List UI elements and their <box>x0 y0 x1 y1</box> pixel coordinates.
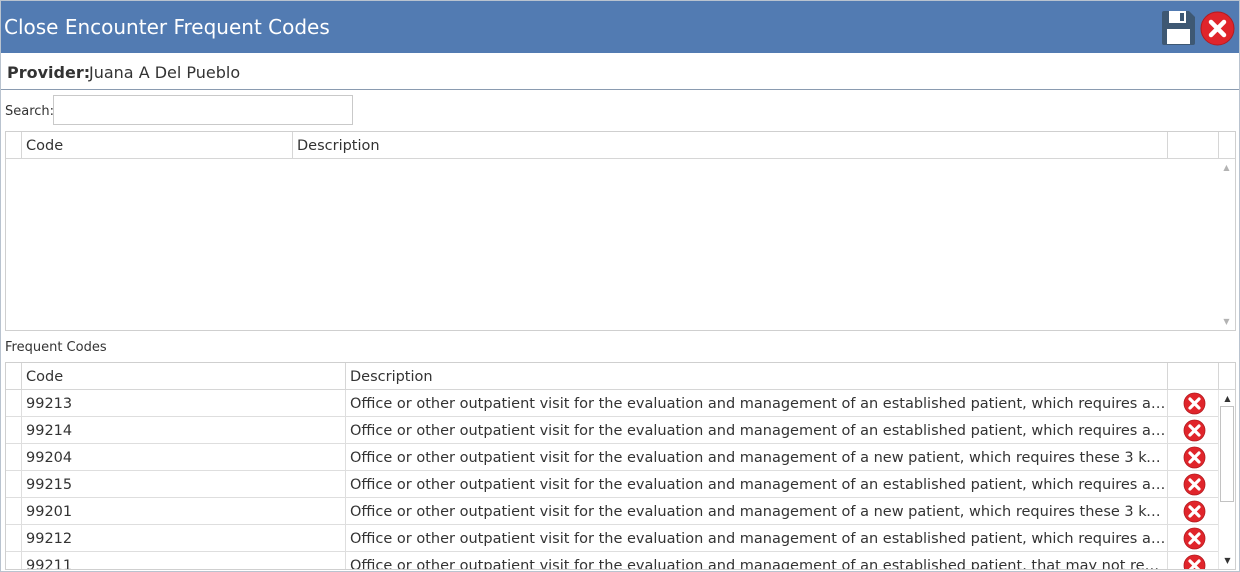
description-cell[interactable]: Office or other outpatient visit for the… <box>346 471 1168 498</box>
row-indicator-header <box>6 363 22 390</box>
scroll-thumb[interactable] <box>1220 406 1234 502</box>
table-row[interactable]: 99212 Office or other outpatient visit fo… <box>6 525 1219 552</box>
frequent-codes-label: Frequent Codes <box>5 340 107 355</box>
scroll-down-arrow-icon[interactable]: ▼ <box>1221 554 1234 567</box>
description-cell[interactable]: Office or other outpatient visit for the… <box>346 498 1168 525</box>
frequent-codes-grid: Code Description 99213 Office or other ou… <box>5 362 1236 570</box>
delete-cell <box>1168 444 1219 471</box>
row-indicator[interactable] <box>6 390 22 417</box>
provider-label: Provider: <box>7 63 91 82</box>
search-results-grid: Code Description ▲ ▼ <box>5 131 1236 331</box>
delete-cell <box>1168 525 1219 552</box>
frequent-codes-dialog: Close Encounter Frequent Codes Provider:… <box>0 0 1240 572</box>
column-header-code[interactable]: Code <box>22 363 346 390</box>
delete-icon[interactable] <box>1183 419 1206 442</box>
column-header-action <box>1168 132 1219 159</box>
delete-icon[interactable] <box>1183 392 1206 415</box>
delete-icon[interactable] <box>1183 500 1206 523</box>
code-cell[interactable]: 99212 <box>22 525 346 552</box>
floppy-disk-icon <box>1162 11 1195 45</box>
delete-icon[interactable] <box>1183 473 1206 496</box>
description-cell[interactable]: Office or other outpatient visit for the… <box>346 525 1168 552</box>
row-indicator[interactable] <box>6 525 22 552</box>
delete-icon[interactable] <box>1183 527 1206 550</box>
row-indicator[interactable] <box>6 552 22 569</box>
save-button[interactable] <box>1160 10 1196 46</box>
delete-cell <box>1168 390 1219 417</box>
row-indicator[interactable] <box>6 417 22 444</box>
table-row[interactable]: 99213 Office or other outpatient visit fo… <box>6 390 1219 417</box>
column-header-action <box>1168 363 1219 390</box>
scroll-down-arrow-icon[interactable]: ▼ <box>1220 315 1233 328</box>
code-cell[interactable]: 99215 <box>22 471 346 498</box>
row-indicator[interactable] <box>6 471 22 498</box>
provider-name: Juana A Del Pueblo <box>89 63 241 82</box>
delete-icon[interactable] <box>1183 446 1206 469</box>
frequent-codes-header: Code Description <box>6 363 1235 390</box>
frequent-codes-scrollbar[interactable]: ▲ ▼ <box>1218 390 1235 569</box>
close-button[interactable] <box>1200 11 1235 46</box>
delete-cell <box>1168 498 1219 525</box>
code-cell[interactable]: 99201 <box>22 498 346 525</box>
code-cell[interactable]: 99211 <box>22 552 346 569</box>
column-header-description[interactable]: Description <box>346 363 1168 390</box>
window-title: Close Encounter Frequent Codes <box>4 15 330 39</box>
search-results-header: Code Description <box>6 132 1235 159</box>
search-results-scrollbar[interactable]: ▲ ▼ <box>1218 159 1235 330</box>
code-cell[interactable]: 99204 <box>22 444 346 471</box>
description-cell[interactable]: Office or other outpatient visit for the… <box>346 444 1168 471</box>
table-row[interactable]: 99211 Office or other outpatient visit fo… <box>6 552 1219 570</box>
row-indicator[interactable] <box>6 444 22 471</box>
table-row[interactable]: 99204 Office or other outpatient visit fo… <box>6 444 1219 471</box>
close-icon <box>1200 11 1235 46</box>
row-indicator[interactable] <box>6 498 22 525</box>
row-indicator-header <box>6 132 22 159</box>
table-row[interactable]: 99214 Office or other outpatient visit fo… <box>6 417 1219 444</box>
delete-cell <box>1168 417 1219 444</box>
provider-bar: Provider: Juana A Del Pueblo <box>1 53 1239 90</box>
scroll-up-arrow-icon[interactable]: ▲ <box>1221 392 1234 405</box>
column-header-description[interactable]: Description <box>293 132 1168 159</box>
table-row[interactable]: 99215 Office or other outpatient visit fo… <box>6 471 1219 498</box>
delete-cell <box>1168 471 1219 498</box>
code-cell[interactable]: 99213 <box>22 390 346 417</box>
description-cell[interactable]: Office or other outpatient visit for the… <box>346 417 1168 444</box>
delete-cell <box>1168 552 1219 570</box>
search-input[interactable] <box>53 95 353 125</box>
code-cell[interactable]: 99214 <box>22 417 346 444</box>
scroll-up-arrow-icon[interactable]: ▲ <box>1220 161 1233 174</box>
title-bar: Close Encounter Frequent Codes <box>1 1 1239 53</box>
description-cell[interactable]: Office or other outpatient visit for the… <box>346 552 1168 569</box>
search-label: Search: <box>5 104 55 119</box>
table-row[interactable]: 99201 Office or other outpatient visit fo… <box>6 498 1219 525</box>
description-cell[interactable]: Office or other outpatient visit for the… <box>346 390 1168 417</box>
delete-icon[interactable] <box>1183 554 1206 570</box>
column-header-code[interactable]: Code <box>22 132 293 159</box>
